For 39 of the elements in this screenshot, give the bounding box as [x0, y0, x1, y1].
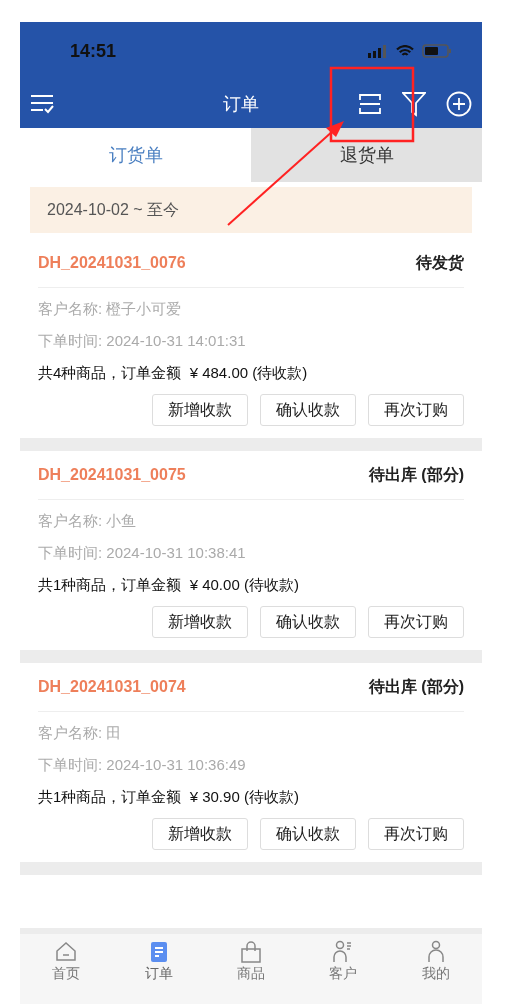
order-time: 下单时间: 2024-10-31 10:38:41 [38, 543, 247, 563]
action-button[interactable]: 确认收款 [260, 818, 356, 850]
order-time: 下单时间: 2024-10-31 10:36:49 [38, 755, 247, 775]
nav-tab[interactable]: 首页 [20, 940, 113, 1004]
status-time: 14:51 [70, 40, 117, 61]
nav-tab[interactable]: 客户 [297, 940, 390, 1004]
tab[interactable]: 退货单 [251, 128, 482, 182]
nav-tab[interactable]: 商品 [204, 940, 298, 1004]
order-status: 待出库 (部分) [368, 676, 464, 697]
signal-icon [368, 44, 388, 58]
bag-icon [239, 940, 263, 964]
order-summary: 共1种商品，订单金额 ¥ 30.90 (待收款) [38, 787, 300, 807]
action-button[interactable]: 再次订购 [368, 606, 464, 638]
scan-icon[interactable] [358, 92, 382, 116]
nav-tab[interactable]: 订单 [112, 940, 205, 1004]
date-range-filter[interactable]: 2024-10-02 ~ 至今 [30, 187, 472, 233]
action-button[interactable]: 确认收款 [260, 394, 356, 426]
menu-icon[interactable] [30, 93, 54, 115]
home-icon [54, 940, 79, 964]
filter-icon[interactable] [402, 91, 426, 117]
wifi-icon [396, 44, 414, 58]
action-button[interactable]: 新增收款 [152, 606, 248, 638]
action-button[interactable]: 再次订购 [368, 394, 464, 426]
nav-tab[interactable]: 我的 [389, 940, 482, 1004]
battery-icon [422, 44, 452, 58]
action-button[interactable]: 新增收款 [152, 394, 248, 426]
customer-name: 客户名称: 田 [38, 723, 123, 743]
add-icon[interactable] [446, 91, 472, 117]
customer-name: 客户名称: 小鱼 [38, 511, 138, 531]
order-time: 下单时间: 2024-10-31 14:01:31 [38, 331, 247, 351]
order-status: 待出库 (部分) [368, 464, 464, 485]
action-button[interactable]: 新增收款 [152, 818, 248, 850]
action-button[interactable]: 确认收款 [260, 606, 356, 638]
action-button[interactable]: 再次订购 [368, 818, 464, 850]
order-summary: 共1种商品，订单金额 ¥ 40.00 (待收款) [38, 575, 300, 595]
customer-name: 客户名称: 橙子小可爱 [38, 299, 183, 319]
page-title: 订单 [223, 93, 259, 116]
order-summary: 共4种商品，订单金额 ¥ 484.00 (待收款) [38, 363, 309, 383]
order-status: 待发货 [416, 252, 464, 274]
